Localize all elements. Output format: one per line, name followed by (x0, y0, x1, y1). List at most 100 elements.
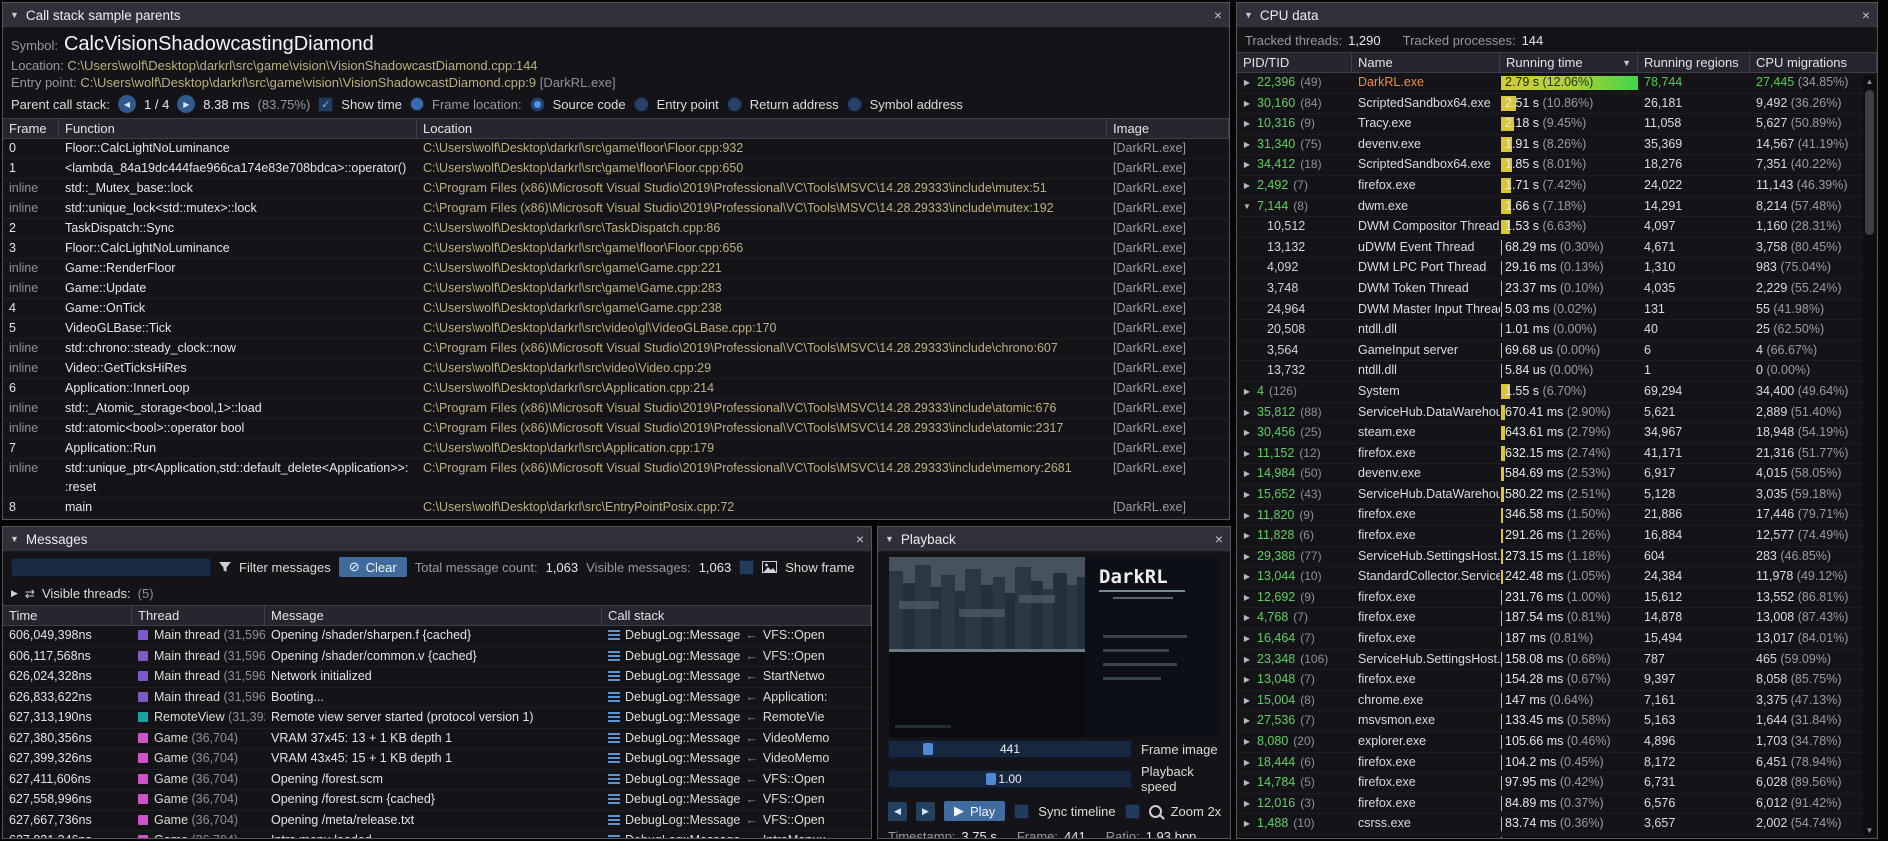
cpu-row[interactable]: ▶34,412(18)ScriptedSandbox64.exe1.85 s (… (1237, 155, 1877, 176)
callstack-icon[interactable] (608, 692, 620, 703)
col-message[interactable]: Message (265, 606, 602, 625)
expand-arrow-icon[interactable]: ▶ (1242, 753, 1252, 773)
scroll-down-icon[interactable]: ▼ (1866, 824, 1874, 837)
collapse-arrow-icon[interactable]: ▼ (10, 534, 19, 544)
cpu-row[interactable]: 10,512DWM Compositor Thread1.53 s (6.63%… (1237, 217, 1877, 238)
expand-arrow-icon[interactable]: ▶ (1242, 567, 1252, 587)
collapse-arrow-icon[interactable]: ▼ (10, 10, 19, 20)
cpu-titlebar[interactable]: ▼ CPU data × (1237, 3, 1877, 28)
expand-arrow-icon[interactable]: ▶ (1242, 711, 1252, 731)
callstack-row[interactable]: 3Floor::CalcLightNoLuminanceC:\Users\wol… (3, 239, 1229, 259)
expand-arrow-icon[interactable]: ▶ (1242, 691, 1252, 711)
expand-arrow-icon[interactable]: ▶ (1242, 73, 1252, 93)
cpu-row[interactable]: ▶12,692(9)firefox.exe231.76 ms (1.00%)15… (1237, 588, 1877, 609)
message-filter-input[interactable] (11, 558, 211, 577)
col-time[interactable]: Time (3, 606, 132, 625)
message-row[interactable]: 627,399,326nsGame (36,704)VRAM 43x45: 15… (3, 749, 871, 770)
radio-source-code-label[interactable]: Source code (553, 97, 626, 112)
callstack-row[interactable]: 4Game::OnTickC:\Users\wolf\Desktop\darkr… (3, 299, 1229, 319)
frame-image-slider[interactable]: 441 (888, 740, 1132, 758)
radio-source-code[interactable] (530, 97, 545, 112)
col-image[interactable]: Image (1107, 119, 1229, 138)
cpu-row[interactable]: 3,564GameInput server69.68 us (0.00%)64 … (1237, 341, 1877, 362)
expand-arrow-icon[interactable]: ▶ (1242, 794, 1252, 814)
callstack-icon[interactable] (608, 835, 620, 838)
show-time-checkbox[interactable]: ✓ (318, 97, 333, 112)
cpu-row[interactable]: ▶27,536(7)msvsmon.exe133.45 ms (0.58%)5,… (1237, 711, 1877, 732)
sync-timeline-checkbox[interactable] (1014, 804, 1029, 819)
expand-arrow-icon[interactable]: ▶ (1242, 835, 1252, 838)
expand-arrow-icon[interactable]: ▶ (1242, 382, 1252, 402)
cpu-row[interactable]: ▶15,004(8)chrome.exe147 ms (0.64%)7,1613… (1237, 691, 1877, 712)
cpu-row[interactable]: ▶4,768(7)firefox.exe187.54 ms (0.81%)14,… (1237, 608, 1877, 629)
expand-arrow-icon[interactable]: ▶ (1242, 423, 1252, 443)
cpu-row[interactable]: ▶16,464(7)firefox.exe187 ms (0.81%)15,49… (1237, 629, 1877, 650)
cpu-row[interactable]: ▶14,784(5)firefox.exe97.95 ms (0.42%)6,7… (1237, 773, 1877, 794)
prev-frame-button[interactable]: ◀ (888, 802, 907, 821)
callstack-icon[interactable] (608, 733, 620, 744)
callstack-row[interactable]: inlinestd::atomic<bool>::operator boolC:… (3, 419, 1229, 439)
expand-arrow-icon[interactable]: ▶ (1242, 114, 1252, 134)
zoom-2x-checkbox[interactable] (1125, 804, 1140, 819)
expand-arrow-icon[interactable]: ▶ (1242, 773, 1252, 793)
cpu-row[interactable]: ▶13,044(10)StandardCollector.Service.exe… (1237, 567, 1877, 588)
message-callstack-cell[interactable]: DebugLog::Message←RemoteVie (602, 708, 871, 728)
close-icon[interactable]: × (1214, 8, 1222, 22)
message-callstack-cell[interactable]: DebugLog::Message←VideoMemo (602, 729, 871, 749)
expand-arrow-icon[interactable]: ▶ (11, 588, 18, 599)
radio-entry-point-label[interactable]: Entry point (657, 97, 719, 112)
callstack-row[interactable]: inlineinvoke_maind:\agent\_work\63\s\src… (3, 518, 1229, 519)
col-name[interactable]: Name (1352, 53, 1500, 72)
callstack-icon[interactable] (608, 753, 620, 764)
cpu-row[interactable]: ▶2,492(7)firefox.exe1.71 s (7.42%)24,022… (1237, 176, 1877, 197)
message-row[interactable]: 626,024,328nsMain thread (31,596)Network… (3, 667, 871, 688)
cpu-row[interactable]: ▶11,820(9)firefox.exe346.58 ms (1.50%)21… (1237, 505, 1877, 526)
callstack-row[interactable]: inlineGame::UpdateC:\Users\wolf\Desktop\… (3, 279, 1229, 299)
message-row[interactable]: 606,049,398nsMain thread (31,596)Opening… (3, 626, 871, 647)
message-callstack-cell[interactable]: DebugLog::Message←StartNetwo (602, 667, 871, 687)
cpu-row[interactable]: ▶4(126)System1.55 s (6.70%)69,29434,400 … (1237, 382, 1877, 403)
collapse-arrow-icon[interactable]: ▼ (885, 534, 894, 544)
expand-arrow-icon[interactable]: ▼ (1242, 197, 1252, 217)
callstack-row[interactable]: inlinestd::chrono::steady_clock::nowC:\P… (3, 339, 1229, 359)
callstack-icon[interactable] (608, 815, 620, 826)
callstack-row[interactable]: inlinestd::_Mutex_base::lockC:\Program F… (3, 179, 1229, 199)
col-callstack[interactable]: Call stack (602, 606, 871, 625)
cpu-row[interactable]: ▶31,340(75)devenv.exe1.91 s (8.26%)35,36… (1237, 135, 1877, 156)
message-callstack-cell[interactable]: DebugLog::Message←IntroMenu:: (602, 831, 871, 838)
show-frame-label[interactable]: Show frame (785, 560, 854, 575)
message-row[interactable]: 627,313,190nsRemoteView (31,392)Remote v… (3, 708, 871, 729)
expand-arrow-icon[interactable]: ▶ (1242, 670, 1252, 690)
callstack-row[interactable]: 1<lambda_84a19dc444fae966ca174e83e708bdc… (3, 159, 1229, 179)
radio-symbol-address[interactable] (847, 97, 862, 112)
callstack-icon[interactable] (608, 671, 620, 682)
message-callstack-cell[interactable]: DebugLog::Message←VFS::Open (602, 626, 871, 646)
expand-arrow-icon[interactable]: ▶ (1242, 732, 1252, 752)
expand-arrow-icon[interactable]: ▶ (1242, 526, 1252, 546)
radio-return-address-label[interactable]: Return address (750, 97, 839, 112)
cpu-row[interactable]: ▶18,444(6)firefox.exe104.2 ms (0.45%)8,1… (1237, 753, 1877, 774)
cpu-row[interactable]: ▶4,872(9)MsMpEng.exe70.22 ms (0.30%)5732… (1237, 835, 1877, 838)
col-location[interactable]: Location (417, 119, 1107, 138)
visible-threads-row[interactable]: ▶ ⇄ Visible threads: (5) (3, 582, 871, 605)
message-callstack-cell[interactable]: DebugLog::Message←VFS::Open (602, 811, 871, 831)
expand-arrow-icon[interactable]: ▶ (1242, 403, 1252, 423)
cpu-row[interactable]: ▶29,388(77)ServiceHub.SettingsHost.exe27… (1237, 547, 1877, 568)
expand-arrow-icon[interactable]: ▶ (1242, 506, 1252, 526)
close-icon[interactable]: × (1862, 8, 1870, 22)
callstack-row[interactable]: 8mainC:\Users\wolf\Desktop\darkrl\src\En… (3, 498, 1229, 518)
expand-arrow-icon[interactable]: ▶ (1242, 814, 1252, 834)
expand-arrow-icon[interactable]: ▶ (1242, 444, 1252, 464)
message-callstack-cell[interactable]: DebugLog::Message←VideoMemo (602, 749, 871, 769)
close-icon[interactable]: × (1215, 532, 1223, 546)
cpu-row[interactable]: ▶14,984(50)devenv.exe584.69 ms (2.53%)6,… (1237, 464, 1877, 485)
play-button[interactable]: ▶Play (944, 801, 1005, 821)
expand-arrow-icon[interactable]: ▶ (1242, 588, 1252, 608)
expand-arrow-icon[interactable]: ▶ (1242, 176, 1252, 196)
message-callstack-cell[interactable]: DebugLog::Message←VFS::Open (602, 770, 871, 790)
clear-button[interactable]: ⊘Clear (339, 557, 407, 577)
prev-parent-button[interactable]: ◀ (118, 95, 136, 113)
cpu-row[interactable]: 3,748DWM Token Thread23.37 ms (0.10%)4,0… (1237, 279, 1877, 300)
callstack-row[interactable]: inlineGame::RenderFloorC:\Users\wolf\Des… (3, 259, 1229, 279)
cpu-row[interactable]: ▶30,456(25)steam.exe643.61 ms (2.79%)34,… (1237, 423, 1877, 444)
